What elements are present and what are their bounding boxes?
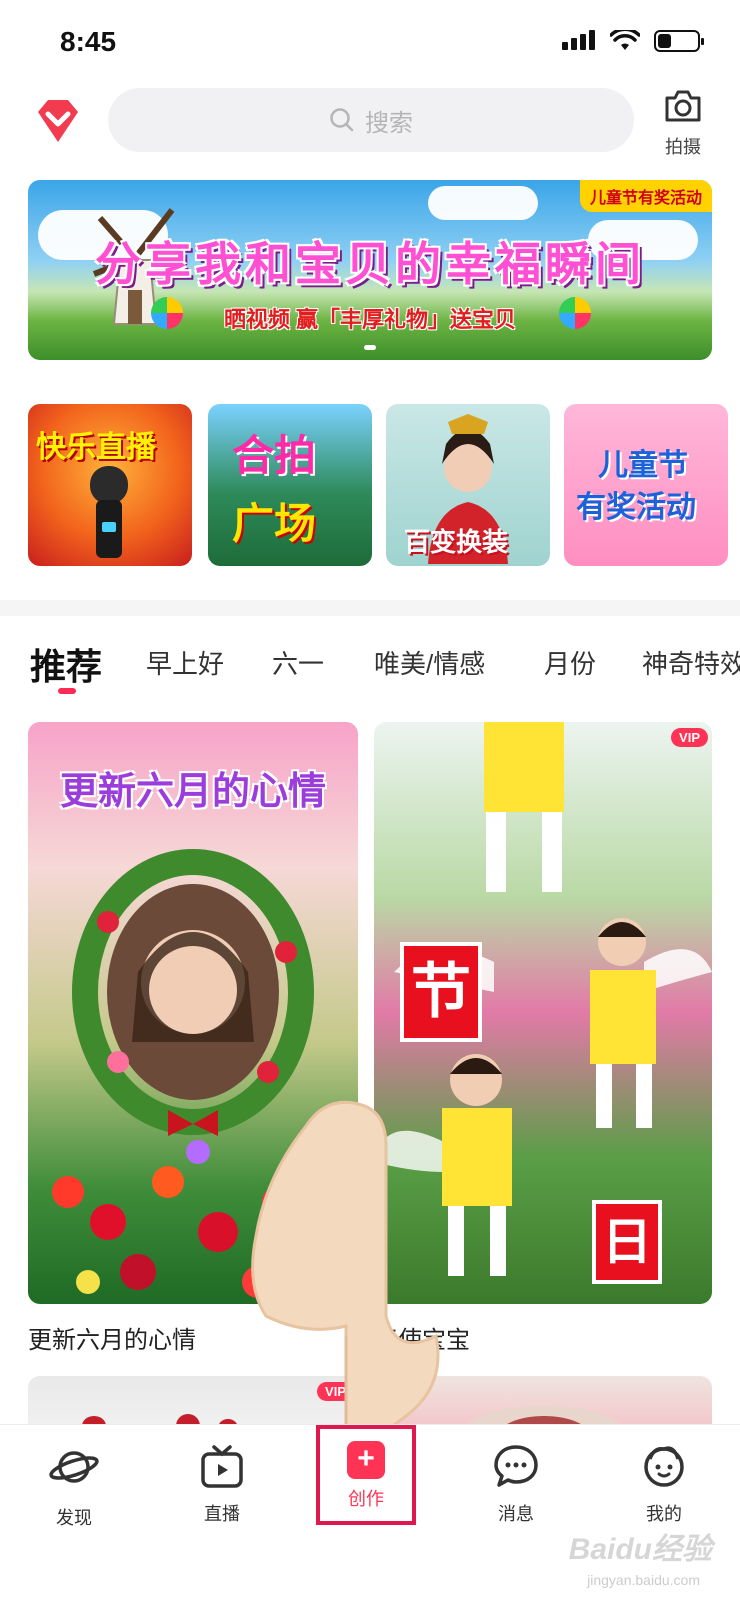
bottom-nav: 发现 直播 + 创作 消息 我的 Baidu经验 jingyan.baidu.c… bbox=[0, 1424, 740, 1600]
tile-duet-label-1: 合拍 bbox=[232, 431, 317, 480]
plus-icon: + bbox=[347, 1441, 385, 1479]
battery-fill bbox=[658, 34, 671, 48]
app-logo-icon[interactable] bbox=[34, 98, 82, 144]
carousel-indicator bbox=[28, 345, 712, 350]
tile-childrens-day-label-1: 儿童节 bbox=[598, 448, 688, 483]
nav-messages-label: 消息 bbox=[498, 1504, 534, 1524]
tile-costume-label: 百变换装 bbox=[404, 528, 509, 558]
promo-banner[interactable]: 儿童节有奖活动 分享我和宝贝的幸福瞬间 晒视频 赢「丰厚礼物」送宝贝 bbox=[28, 180, 712, 360]
nav-profile-label: 我的 bbox=[646, 1504, 682, 1524]
battery-icon bbox=[654, 30, 704, 52]
tab-good-morning[interactable]: 早上好 bbox=[146, 644, 224, 681]
chat-bubble-icon bbox=[494, 1445, 538, 1487]
tile-costume[interactable]: 百变换装 bbox=[386, 404, 550, 566]
tile-childrens-day[interactable]: 儿童节 有奖活动 bbox=[564, 404, 728, 566]
camera-icon bbox=[665, 90, 701, 122]
nav-live-label: 直播 bbox=[204, 1504, 240, 1524]
tile-duet[interactable]: 合拍 广场 bbox=[208, 404, 372, 566]
watermark: Baidu经验 bbox=[568, 1533, 712, 1566]
tile-live-label: 快乐直播 bbox=[36, 430, 156, 465]
banner-tag: 儿童节有奖活动 bbox=[579, 180, 712, 212]
camera-button[interactable]: 拍摄 bbox=[650, 88, 716, 160]
tab-month[interactable]: 月份 bbox=[544, 644, 596, 681]
pinwheel-icon bbox=[151, 297, 183, 329]
feature-tiles: 快乐直播 合拍 广场 百变换装 儿童节 有奖活动 bbox=[28, 404, 740, 568]
camera-label: 拍摄 bbox=[665, 137, 701, 157]
nav-discover[interactable]: 发现 bbox=[14, 1425, 134, 1528]
pointing-hand-icon bbox=[251, 1100, 440, 1456]
tv-icon bbox=[201, 1445, 243, 1488]
face-icon bbox=[644, 1446, 684, 1487]
carousel-dot-active bbox=[364, 345, 376, 350]
cloud-decoration bbox=[428, 186, 538, 220]
cellular-signal-icon bbox=[562, 30, 595, 50]
active-tab-indicator bbox=[58, 688, 76, 694]
banner-title: 分享我和宝贝的幸福瞬间 bbox=[95, 237, 645, 291]
tab-aesthetic-emotion[interactable]: 唯美/情感 bbox=[374, 644, 485, 681]
nav-create-label: 创作 bbox=[348, 1489, 384, 1509]
nav-profile[interactable]: 我的 bbox=[604, 1425, 724, 1525]
category-tabs: 推荐 早上好 六一 唯美/情感 月份 神奇特效 bbox=[0, 630, 740, 700]
nav-messages[interactable]: 消息 bbox=[456, 1425, 576, 1525]
microphone-icon bbox=[90, 466, 128, 558]
tab-magic-effects[interactable]: 神奇特效 bbox=[642, 644, 740, 681]
card-overlay-char-2: 日 bbox=[592, 1200, 662, 1284]
status-bar: 8:45 bbox=[0, 0, 740, 88]
search-placeholder: 搜索 bbox=[365, 109, 413, 137]
planet-icon bbox=[49, 1451, 99, 1483]
wifi-icon bbox=[610, 30, 640, 50]
header: 搜索 拍摄 bbox=[0, 86, 740, 166]
tile-duet-label-2: 广场 bbox=[232, 499, 317, 548]
watermark-url: jingyan.baidu.com bbox=[587, 1572, 700, 1588]
card-overlay-char-1: 节 bbox=[400, 942, 482, 1042]
tab-june-first[interactable]: 六一 bbox=[272, 644, 324, 681]
nav-live[interactable]: 直播 bbox=[162, 1425, 282, 1525]
card-overlay-title: 更新六月的心情 bbox=[59, 768, 326, 813]
banner-subtitle: 晒视频 赢「丰厚礼物」送宝贝 bbox=[223, 307, 517, 332]
tile-live[interactable]: 快乐直播 bbox=[28, 404, 192, 566]
nav-create[interactable]: + 创作 bbox=[306, 1425, 426, 1525]
status-icons bbox=[562, 30, 704, 52]
nav-discover-label: 发现 bbox=[56, 1508, 92, 1528]
tile-childrens-day-label-2: 有奖活动 bbox=[576, 490, 696, 525]
card-caption[interactable]: 更新六月的心情 bbox=[28, 1320, 196, 1355]
status-time: 8:45 bbox=[60, 26, 117, 57]
pinwheel-icon bbox=[559, 297, 591, 329]
section-divider bbox=[0, 600, 740, 616]
search-icon bbox=[330, 108, 354, 132]
search-input[interactable]: 搜索 bbox=[108, 88, 634, 152]
tab-recommended[interactable]: 推荐 bbox=[30, 638, 102, 690]
